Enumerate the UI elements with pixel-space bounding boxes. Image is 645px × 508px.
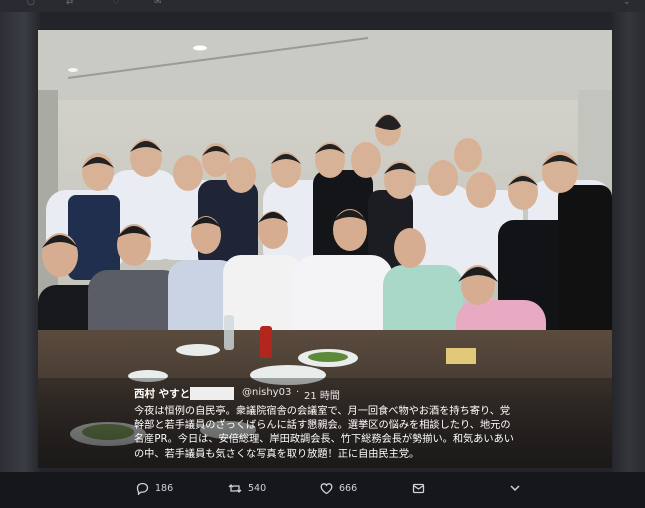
message-icon xyxy=(412,483,425,493)
message-icon: ✉ xyxy=(154,0,162,7)
retweet-icon xyxy=(228,483,242,493)
like-icon: ♡ xyxy=(112,0,121,7)
author-handle[interactable]: @nishy03 xyxy=(242,387,291,398)
chevron-down-icon: ⌄ xyxy=(623,0,631,7)
like-count: 666 xyxy=(339,482,358,494)
reply-icon: ○ xyxy=(27,0,35,7)
retweet-count: 540 xyxy=(248,482,267,494)
blurred-background-right xyxy=(612,12,645,472)
like-icon xyxy=(320,482,333,494)
tweet-text: 今夜は恒例の自民亭。衆議院宿舎の会議室で、月一回食べ物やお酒を持ち寄り、党幹部と… xyxy=(134,406,514,460)
reply-button[interactable]: 186 xyxy=(136,480,173,496)
reply-icon xyxy=(136,482,149,495)
message-button[interactable] xyxy=(412,480,431,496)
more-options-button[interactable] xyxy=(509,480,527,496)
reply-count: 186 xyxy=(155,482,174,494)
like-button[interactable]: 666 xyxy=(320,480,357,496)
retweet-button[interactable]: 540 xyxy=(228,480,266,496)
tweet-timestamp[interactable]: 21 時間 xyxy=(304,387,340,402)
browser-top-strip: ○ ⇄ ♡ ✉ ⌄ xyxy=(0,0,645,12)
chevron-down-icon xyxy=(510,485,520,492)
separator-dot: · xyxy=(296,387,300,398)
redacted-name-box xyxy=(190,387,234,400)
blurred-background-left xyxy=(0,12,40,472)
retweet-icon: ⇄ xyxy=(66,0,74,7)
